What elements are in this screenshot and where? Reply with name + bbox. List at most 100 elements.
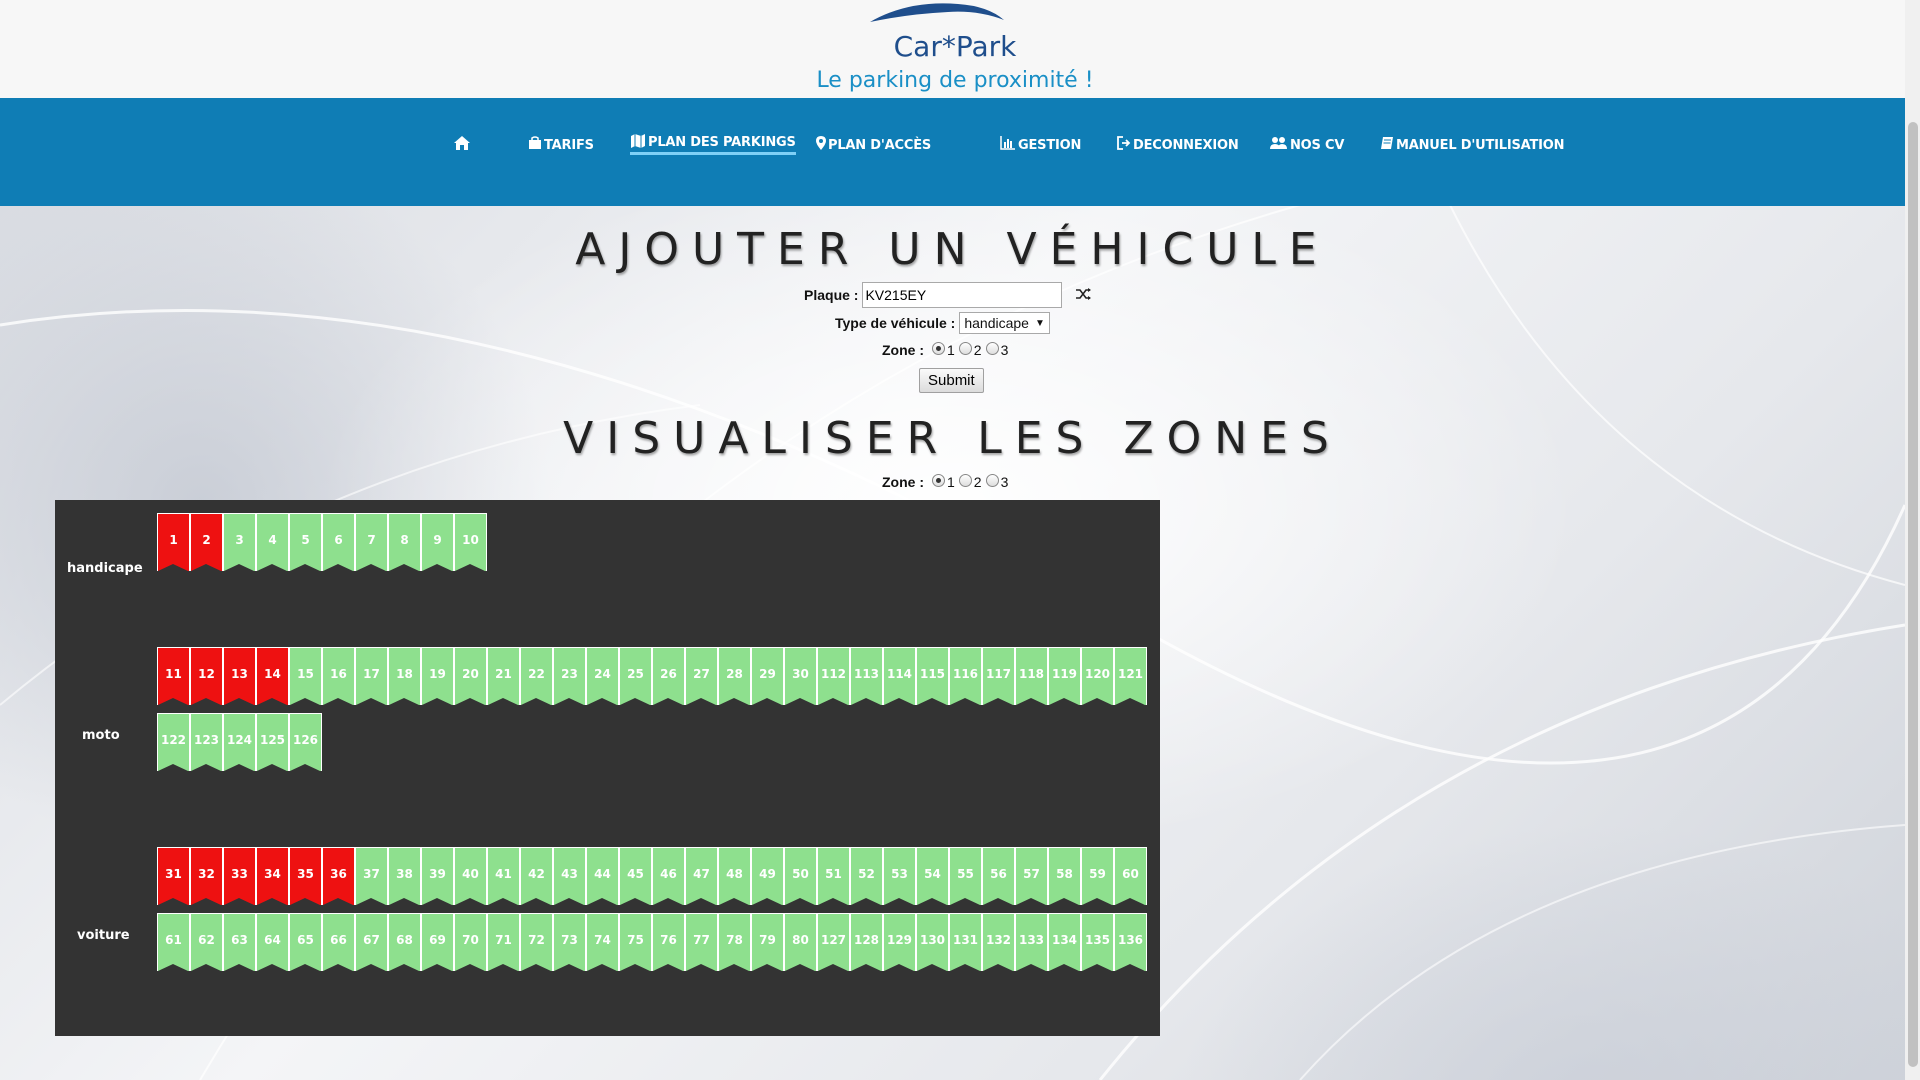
parking-spot-35[interactable]: 35 — [289, 847, 322, 905]
parking-spot-122[interactable]: 122 — [157, 713, 190, 771]
parking-spot-52[interactable]: 52 — [850, 847, 883, 905]
parking-spot-10[interactable]: 10 — [454, 513, 487, 571]
parking-spot-17[interactable]: 17 — [355, 647, 388, 705]
parking-spot-117[interactable]: 117 — [982, 647, 1015, 705]
view-zone-radio-3[interactable] — [985, 473, 999, 487]
parking-spot-66[interactable]: 66 — [322, 913, 355, 971]
parking-spot-3[interactable]: 3 — [223, 513, 256, 571]
parking-spot-68[interactable]: 68 — [388, 913, 421, 971]
parking-spot-38[interactable]: 38 — [388, 847, 421, 905]
parking-spot-75[interactable]: 75 — [619, 913, 652, 971]
parking-spot-79[interactable]: 79 — [751, 913, 784, 971]
parking-spot-6[interactable]: 6 — [322, 513, 355, 571]
parking-spot-34[interactable]: 34 — [256, 847, 289, 905]
parking-spot-70[interactable]: 70 — [454, 913, 487, 971]
parking-spot-126[interactable]: 126 — [289, 713, 322, 771]
parking-spot-47[interactable]: 47 — [685, 847, 718, 905]
parking-spot-14[interactable]: 14 — [256, 647, 289, 705]
parking-spot-39[interactable]: 39 — [421, 847, 454, 905]
parking-spot-74[interactable]: 74 — [586, 913, 619, 971]
parking-spot-115[interactable]: 115 — [916, 647, 949, 705]
parking-spot-59[interactable]: 59 — [1081, 847, 1114, 905]
parking-spot-65[interactable]: 65 — [289, 913, 322, 971]
parking-spot-32[interactable]: 32 — [190, 847, 223, 905]
parking-spot-60[interactable]: 60 — [1114, 847, 1147, 905]
parking-spot-120[interactable]: 120 — [1081, 647, 1114, 705]
parking-spot-133[interactable]: 133 — [1015, 913, 1048, 971]
parking-spot-30[interactable]: 30 — [784, 647, 817, 705]
parking-spot-40[interactable]: 40 — [454, 847, 487, 905]
parking-spot-124[interactable]: 124 — [223, 713, 256, 771]
parking-spot-80[interactable]: 80 — [784, 913, 817, 971]
parking-spot-128[interactable]: 128 — [850, 913, 883, 971]
parking-spot-44[interactable]: 44 — [586, 847, 619, 905]
parking-spot-37[interactable]: 37 — [355, 847, 388, 905]
parking-spot-19[interactable]: 19 — [421, 647, 454, 705]
parking-spot-123[interactable]: 123 — [190, 713, 223, 771]
parking-spot-28[interactable]: 28 — [718, 647, 751, 705]
parking-spot-13[interactable]: 13 — [223, 647, 256, 705]
parking-spot-69[interactable]: 69 — [421, 913, 454, 971]
parking-spot-7[interactable]: 7 — [355, 513, 388, 571]
parking-spot-2[interactable]: 2 — [190, 513, 223, 571]
parking-spot-45[interactable]: 45 — [619, 847, 652, 905]
parking-spot-77[interactable]: 77 — [685, 913, 718, 971]
parking-spot-72[interactable]: 72 — [520, 913, 553, 971]
parking-spot-125[interactable]: 125 — [256, 713, 289, 771]
scrollbar-thumb[interactable] — [1908, 122, 1918, 1067]
parking-spot-114[interactable]: 114 — [883, 647, 916, 705]
parking-spot-23[interactable]: 23 — [553, 647, 586, 705]
parking-spot-135[interactable]: 135 — [1081, 913, 1114, 971]
parking-spot-63[interactable]: 63 — [223, 913, 256, 971]
parking-spot-54[interactable]: 54 — [916, 847, 949, 905]
parking-spot-71[interactable]: 71 — [487, 913, 520, 971]
parking-spot-62[interactable]: 62 — [190, 913, 223, 971]
parking-spot-46[interactable]: 46 — [652, 847, 685, 905]
parking-spot-27[interactable]: 27 — [685, 647, 718, 705]
parking-spot-127[interactable]: 127 — [817, 913, 850, 971]
page-scrollbar[interactable] — [1905, 0, 1920, 1080]
parking-spot-51[interactable]: 51 — [817, 847, 850, 905]
parking-spot-130[interactable]: 130 — [916, 913, 949, 971]
parking-spot-43[interactable]: 43 — [553, 847, 586, 905]
parking-spot-25[interactable]: 25 — [619, 647, 652, 705]
parking-spot-118[interactable]: 118 — [1015, 647, 1048, 705]
parking-spot-21[interactable]: 21 — [487, 647, 520, 705]
parking-spot-76[interactable]: 76 — [652, 913, 685, 971]
parking-spot-26[interactable]: 26 — [652, 647, 685, 705]
zone-radio-3[interactable] — [985, 341, 999, 355]
parking-spot-134[interactable]: 134 — [1048, 913, 1081, 971]
parking-spot-36[interactable]: 36 — [322, 847, 355, 905]
view-zone-radio-1[interactable] — [932, 473, 945, 487]
parking-spot-11[interactable]: 11 — [157, 647, 190, 705]
parking-spot-57[interactable]: 57 — [1015, 847, 1048, 905]
shuffle-icon[interactable] — [1076, 287, 1092, 303]
parking-spot-12[interactable]: 12 — [190, 647, 223, 705]
parking-spot-8[interactable]: 8 — [388, 513, 421, 571]
zone-radio-1[interactable] — [932, 341, 945, 355]
parking-spot-113[interactable]: 113 — [850, 647, 883, 705]
parking-spot-15[interactable]: 15 — [289, 647, 322, 705]
parking-spot-9[interactable]: 9 — [421, 513, 454, 571]
parking-spot-42[interactable]: 42 — [520, 847, 553, 905]
parking-spot-29[interactable]: 29 — [751, 647, 784, 705]
parking-spot-61[interactable]: 61 — [157, 913, 190, 971]
parking-spot-131[interactable]: 131 — [949, 913, 982, 971]
parking-spot-33[interactable]: 33 — [223, 847, 256, 905]
parking-spot-56[interactable]: 56 — [982, 847, 1015, 905]
parking-spot-53[interactable]: 53 — [883, 847, 916, 905]
zone-radio-2[interactable] — [958, 341, 972, 355]
parking-spot-55[interactable]: 55 — [949, 847, 982, 905]
parking-spot-18[interactable]: 18 — [388, 647, 421, 705]
plate-input[interactable] — [862, 282, 1063, 308]
parking-spot-31[interactable]: 31 — [157, 847, 190, 905]
parking-spot-121[interactable]: 121 — [1114, 647, 1147, 705]
parking-spot-20[interactable]: 20 — [454, 647, 487, 705]
vehicle-type-select[interactable]: handicape ▼ — [959, 312, 1050, 334]
parking-spot-41[interactable]: 41 — [487, 847, 520, 905]
parking-spot-64[interactable]: 64 — [256, 913, 289, 971]
parking-spot-116[interactable]: 116 — [949, 647, 982, 705]
parking-spot-22[interactable]: 22 — [520, 647, 553, 705]
parking-spot-16[interactable]: 16 — [322, 647, 355, 705]
parking-spot-24[interactable]: 24 — [586, 647, 619, 705]
